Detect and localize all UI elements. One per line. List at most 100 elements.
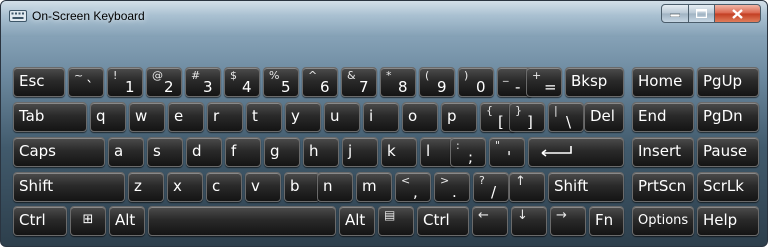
key-label: - — [515, 78, 521, 96]
key-esc[interactable]: Esc — [13, 67, 65, 97]
key-2[interactable]: @2 — [146, 67, 182, 97]
key-v[interactable]: v — [245, 172, 281, 202]
left-arrow-icon: ← — [478, 208, 489, 223]
key-shift-label: : — [456, 139, 460, 152]
key-label: 7 — [359, 78, 369, 96]
key-shift-label: @ — [152, 69, 163, 82]
key-y[interactable]: y — [285, 102, 321, 132]
key-p[interactable]: p — [441, 102, 477, 132]
key-r[interactable]: r — [207, 102, 243, 132]
key-down-arrow[interactable]: ↓ — [511, 206, 547, 236]
key-6[interactable]: ^ 6 — [302, 67, 338, 97]
key-right-alt[interactable]: Alt — [339, 206, 375, 236]
key-caps[interactable]: Caps — [13, 137, 105, 167]
key-8[interactable]: * 8 — [380, 67, 416, 97]
key-space[interactable] — [148, 206, 336, 236]
key-label: Fn — [595, 211, 614, 229]
key-q[interactable]: q — [90, 102, 126, 132]
key-m[interactable]: m — [356, 172, 392, 202]
key-x[interactable]: x — [167, 172, 203, 202]
key-left-arrow[interactable]: ← — [472, 206, 508, 236]
key-label: t — [252, 107, 258, 125]
key-label: Ctrl — [423, 211, 450, 229]
enter-icon — [541, 146, 572, 157]
key-label: s — [153, 142, 161, 160]
key-d[interactable]: d — [186, 137, 222, 167]
key-9[interactable]: (9 — [419, 67, 455, 97]
key-label: i — [369, 107, 374, 125]
key-backtick[interactable]: ~ ` — [68, 67, 104, 97]
key-pgup[interactable]: PgUp — [697, 67, 759, 97]
key-a[interactable]: a — [108, 137, 144, 167]
options-button[interactable]: Options — [632, 206, 694, 236]
key-label: / — [491, 183, 497, 201]
key-del[interactable]: Del — [584, 102, 624, 132]
key-left-ctrl[interactable]: Ctrl — [13, 206, 67, 236]
key-label: Tab — [19, 107, 45, 125]
key-windows[interactable]: ⊞ — [70, 206, 106, 236]
key-i[interactable]: i — [363, 102, 399, 132]
key-semicolon[interactable]: :; — [450, 137, 486, 167]
key-4[interactable]: $4 — [224, 67, 260, 97]
key-up-arrow[interactable]: ↑ — [509, 172, 545, 202]
key-label: ScrLk — [703, 177, 744, 195]
key-7[interactable]: & 7 — [341, 67, 377, 97]
key-o[interactable]: o — [402, 102, 438, 132]
key-backslash[interactable]: | \ — [548, 102, 584, 132]
key-f[interactable]: f — [225, 137, 261, 167]
key-equals[interactable]: + = — [526, 67, 562, 97]
key-k[interactable]: k — [381, 137, 417, 167]
key-fn[interactable]: Fn — [589, 206, 624, 236]
key-period[interactable]: >. — [434, 172, 470, 202]
key-0[interactable]: ) 0 — [458, 67, 494, 97]
key-label: h — [309, 142, 319, 160]
key-5[interactable]: % 5 — [263, 67, 299, 97]
key-n[interactable]: n — [317, 172, 353, 202]
key-label: y — [291, 107, 300, 125]
key-shift-label: | — [554, 104, 558, 117]
key-pause[interactable]: Pause — [697, 137, 759, 167]
key-label: z — [134, 177, 142, 195]
key-scrlk[interactable]: ScrLk — [697, 172, 759, 202]
key-right-shift[interactable]: Shift — [548, 172, 624, 202]
key-pgdn[interactable]: PgDn — [697, 102, 759, 132]
key-rbracket[interactable]: }] — [509, 102, 545, 132]
key-label: Shift — [19, 177, 54, 195]
key-end[interactable]: End — [632, 102, 694, 132]
key-enter[interactable] — [528, 137, 624, 167]
key-u[interactable]: u — [324, 102, 360, 132]
key-comma[interactable]: <, — [395, 172, 431, 202]
key-shift-label: * — [386, 69, 392, 82]
key-e[interactable]: e — [168, 102, 204, 132]
key-h[interactable]: h — [303, 137, 339, 167]
key-left-alt[interactable]: Alt — [109, 206, 145, 236]
key-z[interactable]: z — [128, 172, 164, 202]
key-tab[interactable]: Tab — [13, 102, 87, 132]
key-quote[interactable]: " ' — [489, 137, 525, 167]
key-t[interactable]: t — [246, 102, 282, 132]
key-label: c — [212, 177, 221, 195]
key-1[interactable]: ! 1 — [107, 67, 143, 97]
key-home[interactable]: Home — [632, 67, 694, 97]
key-label: Del — [590, 107, 615, 125]
key-left-shift[interactable]: Shift — [13, 172, 125, 202]
key-insert[interactable]: Insert — [632, 137, 694, 167]
help-button[interactable]: Help — [697, 206, 759, 236]
key-label: ' — [507, 148, 512, 166]
down-arrow-icon: ↓ — [517, 208, 528, 223]
key-s[interactable]: s — [147, 137, 183, 167]
key-j[interactable]: j — [342, 137, 378, 167]
key-slash[interactable]: ? / — [473, 172, 509, 202]
key-menu[interactable]: ▤ — [378, 206, 414, 236]
key-c[interactable]: c — [206, 172, 242, 202]
key-backspace[interactable]: Bksp — [565, 67, 624, 97]
key-right-arrow[interactable]: → — [550, 206, 586, 236]
key-right-ctrl[interactable]: Ctrl — [417, 206, 469, 236]
key-b[interactable]: b — [284, 172, 320, 202]
key-w[interactable]: w — [129, 102, 165, 132]
key-3[interactable]: #3 — [185, 67, 221, 97]
key-label: m — [362, 177, 377, 195]
key-prtscn[interactable]: PrtScn — [632, 172, 694, 202]
key-g[interactable]: g — [264, 137, 300, 167]
key-label: l — [426, 142, 431, 160]
